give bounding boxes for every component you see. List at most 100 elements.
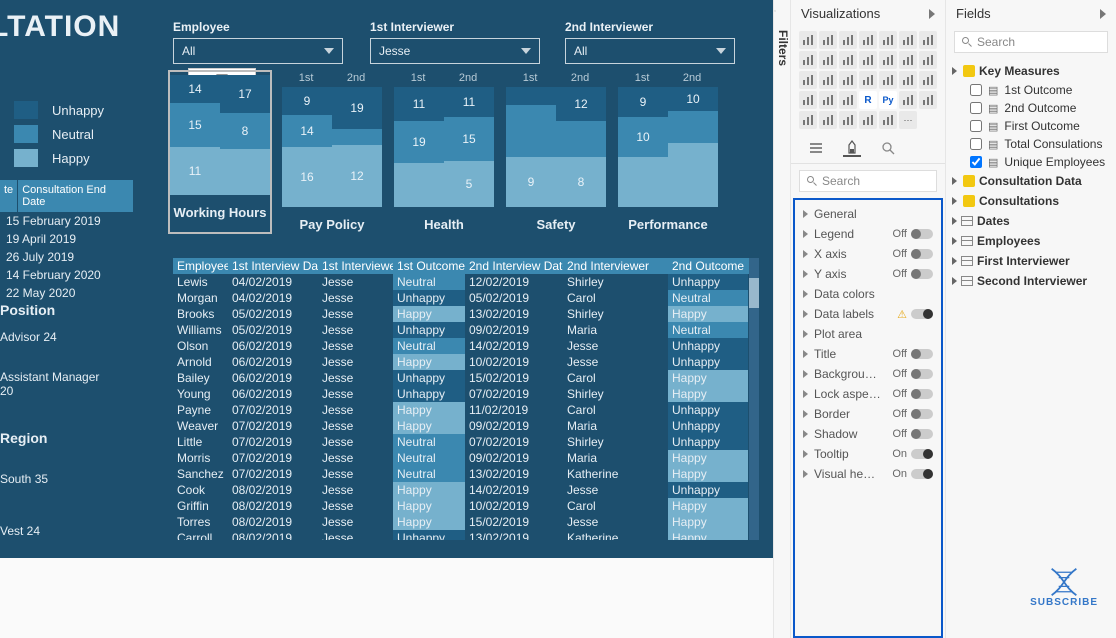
funnel-viz-icon[interactable] bbox=[839, 71, 857, 89]
kpi-viz-icon[interactable] bbox=[919, 71, 937, 89]
clustered-bar-viz-icon[interactable] bbox=[819, 31, 837, 49]
python-vis-viz-icon[interactable] bbox=[899, 91, 917, 109]
treemap-cell[interactable]: 14 bbox=[282, 115, 332, 147]
slicer-second-interviewer[interactable]: 2nd Interviewer All bbox=[565, 20, 735, 64]
stacked-bar-viz-icon[interactable] bbox=[799, 31, 817, 49]
format-option-data-labels[interactable]: Data labels⚠ bbox=[803, 304, 933, 324]
filled-map-viz-icon[interactable] bbox=[819, 71, 837, 89]
format-option-general[interactable]: General bbox=[803, 204, 933, 224]
format-option-border[interactable]: BorderOff bbox=[803, 404, 933, 424]
table-row[interactable]: Payne07/02/2019JesseHappy11/02/2019Carol… bbox=[173, 402, 753, 418]
card-viz-icon[interactable] bbox=[879, 71, 897, 89]
line-stack-viz-icon[interactable] bbox=[799, 51, 817, 69]
format-option-x-axis[interactable]: X axisOff bbox=[803, 244, 933, 264]
treemap-cell[interactable]: 14 bbox=[170, 75, 220, 103]
chevron-right-icon[interactable] bbox=[929, 9, 935, 19]
treemap-cell[interactable] bbox=[618, 157, 668, 207]
slicer-employee[interactable]: Employee All bbox=[173, 20, 343, 64]
subscribe-logo[interactable]: SUBSCRIBE bbox=[1030, 567, 1098, 608]
field-checkbox[interactable] bbox=[970, 120, 982, 132]
treemap-cell[interactable]: 12 bbox=[332, 145, 382, 207]
field-checkbox[interactable] bbox=[970, 156, 982, 168]
scatter-viz-icon[interactable] bbox=[859, 51, 877, 69]
format-tab-icon[interactable] bbox=[843, 139, 861, 157]
slicer-first-interviewer[interactable]: 1st Interviewer Jesse bbox=[370, 20, 540, 64]
format-option-visual-he-[interactable]: Visual he…On bbox=[803, 464, 933, 484]
format-option-data-colors[interactable]: Data colors bbox=[803, 284, 933, 304]
treemap-cell[interactable]: 19 bbox=[394, 121, 444, 163]
table-row[interactable]: Morris07/02/2019JesseNeutral09/02/2019Ma… bbox=[173, 450, 753, 466]
table-header-cell[interactable]: 2nd Interviewer bbox=[563, 258, 668, 274]
format-option-title[interactable]: TitleOff bbox=[803, 344, 933, 364]
format-option-legend[interactable]: LegendOff bbox=[803, 224, 933, 244]
paginated-viz-icon[interactable] bbox=[839, 111, 857, 129]
treemap-visual[interactable]: 141511178Working Hours bbox=[170, 72, 270, 232]
table-header-cell[interactable]: 2nd Interview Date bbox=[465, 258, 563, 274]
field-checkbox[interactable] bbox=[970, 138, 982, 150]
format-search[interactable]: Search bbox=[799, 170, 937, 192]
table-header-cell[interactable]: 1st Outcome bbox=[393, 258, 465, 274]
table-row[interactable]: Williams05/02/2019JesseUnhappy09/02/2019… bbox=[173, 322, 753, 338]
multirow-viz-icon[interactable] bbox=[899, 71, 917, 89]
table-header-cell[interactable]: 1st Interviewer bbox=[318, 258, 393, 274]
matrix-viz-icon[interactable] bbox=[839, 91, 857, 109]
table-row[interactable]: Lewis04/02/2019JesseNeutral12/02/2019Shi… bbox=[173, 274, 753, 290]
treemap-cell[interactable]: 15 bbox=[170, 103, 220, 147]
gauge-viz-icon[interactable] bbox=[859, 71, 877, 89]
field-checkbox[interactable] bbox=[970, 84, 982, 96]
filters-pane-collapsed[interactable]: Filters bbox=[773, 0, 791, 638]
py-viz-icon[interactable]: Py bbox=[879, 91, 897, 109]
field-table-first-interviewer[interactable]: First Interviewer bbox=[952, 251, 1110, 271]
analytics-tab-icon[interactable] bbox=[879, 139, 897, 157]
more-viz-icon[interactable]: ⋯ bbox=[899, 111, 917, 129]
format-option-backgrou-[interactable]: Backgrou…Off bbox=[803, 364, 933, 384]
table-row[interactable]: Sanchez07/02/2019JesseNeutral13/02/2019K… bbox=[173, 466, 753, 482]
treemap-cell[interactable] bbox=[220, 149, 270, 195]
chevron-right-icon[interactable] bbox=[1100, 9, 1106, 19]
treemap-cell[interactable]: 11 bbox=[394, 87, 444, 121]
table-header-cell[interactable]: 2nd Outcome bbox=[668, 258, 748, 274]
qna-viz-icon[interactable] bbox=[819, 111, 837, 129]
treemap-cell[interactable] bbox=[668, 143, 718, 207]
treemap-cell[interactable]: 11 bbox=[444, 87, 494, 117]
fields-tab-icon[interactable] bbox=[807, 139, 825, 157]
slicer-first-dropdown[interactable]: Jesse bbox=[370, 38, 540, 64]
field-table-dates[interactable]: Dates bbox=[952, 211, 1110, 231]
slicer-employee-dropdown[interactable]: All bbox=[173, 38, 343, 64]
powerapps-viz-icon[interactable] bbox=[879, 111, 897, 129]
treemap-viz-icon[interactable] bbox=[919, 51, 937, 69]
table-row[interactable]: Torres08/02/2019JesseHappy15/02/2019Jess… bbox=[173, 514, 753, 530]
treemap-visual[interactable]: 1st2nd111911155Health bbox=[394, 72, 494, 232]
field-item[interactable]: ▤2nd Outcome bbox=[952, 99, 1110, 117]
treemap-cell[interactable]: 17 bbox=[220, 75, 270, 113]
treemap-cell[interactable]: 11 bbox=[170, 147, 220, 195]
field-table-employees[interactable]: Employees bbox=[952, 231, 1110, 251]
table-row[interactable]: Arnold06/02/2019JesseHappy10/02/2019Jess… bbox=[173, 354, 753, 370]
format-option-y-axis[interactable]: Y axisOff bbox=[803, 264, 933, 284]
field-item[interactable]: ▤Total Consulations bbox=[952, 135, 1110, 153]
clustered-col-viz-icon[interactable] bbox=[859, 31, 877, 49]
stacked-col-viz-icon[interactable] bbox=[839, 31, 857, 49]
table-scrollbar[interactable] bbox=[749, 258, 759, 540]
map-viz-icon[interactable] bbox=[799, 71, 817, 89]
table-row[interactable]: Brooks05/02/2019JesseHappy13/02/2019Shir… bbox=[173, 306, 753, 322]
table-header-cell[interactable]: 1st Interview Date bbox=[228, 258, 318, 274]
field-checkbox[interactable] bbox=[970, 102, 982, 114]
format-option-plot-area[interactable]: Plot area bbox=[803, 324, 933, 344]
field-table-key-measures[interactable]: Key Measures bbox=[952, 61, 1110, 81]
fields-search[interactable]: Search bbox=[954, 31, 1108, 53]
slicer-second-dropdown[interactable]: All bbox=[565, 38, 735, 64]
treemap-cell[interactable]: 5 bbox=[444, 161, 494, 207]
consultation-table[interactable]: Employee1st Interview Date1st Interviewe… bbox=[173, 258, 753, 540]
slicer-viz-icon[interactable] bbox=[799, 91, 817, 109]
line-cluster-viz-icon[interactable] bbox=[819, 51, 837, 69]
table-row[interactable]: Little07/02/2019JesseNeutral07/02/2019Sh… bbox=[173, 434, 753, 450]
field-table-second-interviewer[interactable]: Second Interviewer bbox=[952, 271, 1110, 291]
treemap-cell[interactable]: 8 bbox=[220, 113, 270, 149]
ribbon-viz-icon[interactable] bbox=[919, 31, 937, 49]
table-viz-icon[interactable] bbox=[819, 91, 837, 109]
table-row[interactable]: Olson06/02/2019JesseNeutral14/02/2019Jes… bbox=[173, 338, 753, 354]
field-item[interactable]: ▤Unique Employees bbox=[952, 153, 1110, 171]
decomp-viz-icon[interactable] bbox=[799, 111, 817, 129]
treemap-cell[interactable]: 15 bbox=[444, 117, 494, 161]
